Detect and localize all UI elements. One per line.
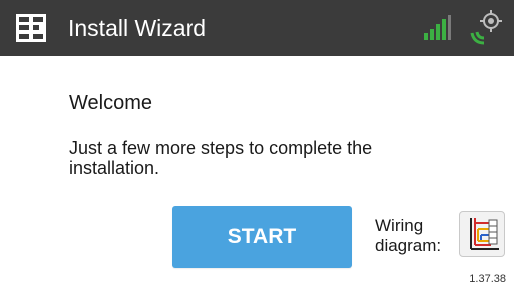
wiring-diagram-button[interactable] (459, 211, 505, 257)
version-label: 1.37.38 (469, 273, 506, 285)
welcome-message: Just a few more steps to complete the in… (69, 138, 373, 178)
app-title: Install Wizard (68, 15, 207, 41)
start-button[interactable]: START (172, 206, 352, 268)
app-bar: Install Wizard (0, 0, 514, 56)
logo-icon (16, 14, 46, 42)
signal-strength-icon (422, 14, 452, 42)
wiring-diagram-icon (470, 218, 499, 250)
gps-locate-icon[interactable] (466, 7, 506, 47)
wiring-diagram-label: Wiring diagram: (375, 216, 442, 255)
main-content: Welcome Just a few more steps to complet… (0, 56, 514, 297)
welcome-heading: Welcome (69, 92, 152, 114)
